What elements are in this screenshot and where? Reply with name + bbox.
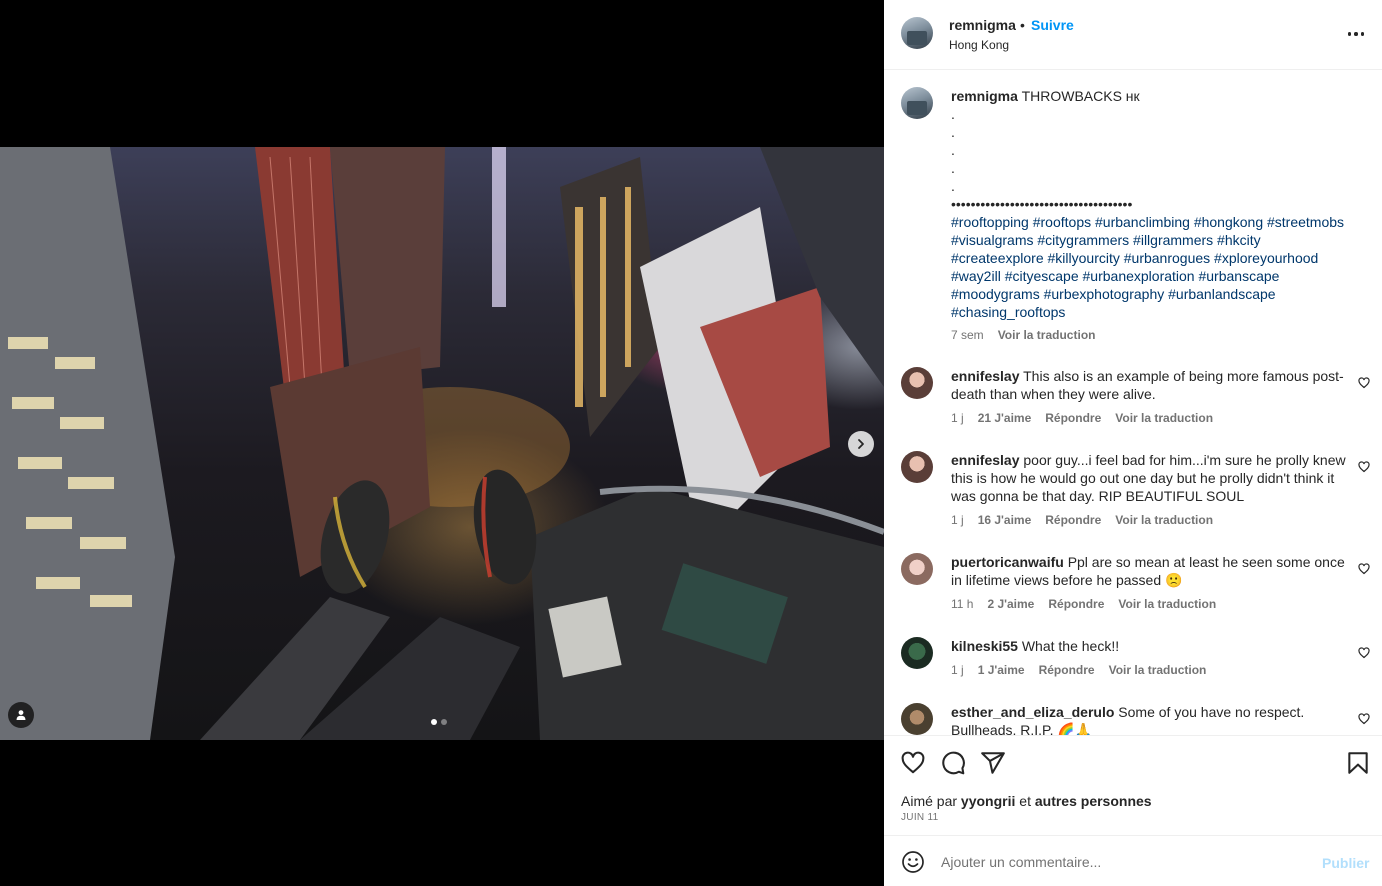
caption-translate-link[interactable]: Voir la traduction (998, 328, 1096, 342)
likes-others-link[interactable]: autres personnes (1035, 793, 1152, 809)
post-location[interactable]: Hong Kong (949, 38, 1009, 52)
comment-like-heart-icon[interactable] (1358, 647, 1370, 659)
translate-link[interactable]: Voir la traduction (1109, 663, 1207, 677)
likes-prefix: Aimé par (901, 793, 958, 809)
commenter-avatar[interactable] (901, 703, 933, 735)
more-options-icon[interactable] (1342, 25, 1370, 43)
comment-time[interactable]: 1 j (951, 513, 964, 527)
comment-meta: 11 h 2 J'aime Répondre Voir la traductio… (951, 597, 1216, 611)
header-separator: • (1020, 17, 1025, 33)
post-side-panel: remnigma • Suivre Hong Kong remnigma THR… (884, 0, 1382, 886)
caption-dot-line: . (951, 106, 955, 122)
post-media-area (0, 0, 884, 886)
next-slide-button[interactable] (848, 431, 874, 457)
comment-time[interactable]: 11 h (951, 597, 973, 611)
comment-username[interactable]: ennifeslay (951, 452, 1019, 468)
comment-like-heart-icon[interactable] (1358, 713, 1370, 725)
comment-username[interactable]: kilneski55 (951, 638, 1018, 654)
comments-section[interactable]: remnigma THROWBACKS нк . . . . . •••••••… (884, 70, 1382, 735)
comment-time[interactable]: 1 j (951, 663, 964, 677)
comment-like-heart-icon[interactable] (1358, 563, 1370, 575)
emoji-icon[interactable] (901, 850, 925, 874)
post-date[interactable]: JUIN 11 (901, 812, 938, 823)
reply-button[interactable]: Répondre (1045, 411, 1101, 425)
caption-dot-line: . (951, 124, 955, 140)
user-tag-icon (16, 710, 26, 720)
bookmark-icon[interactable] (1345, 750, 1371, 776)
comment-like-heart-icon[interactable] (1358, 377, 1370, 389)
commenter-avatar[interactable] (901, 367, 933, 399)
likes-summary: Aimé par yyongrii et autres personnes (901, 793, 1152, 809)
commenter-avatar[interactable] (901, 637, 933, 669)
comment-meta: 1 j 16 J'aime Répondre Voir la traductio… (951, 513, 1213, 527)
caption-meta: 7 sem Voir la traduction (951, 328, 1095, 342)
comment-body: puertoricanwaifu Ppl are so mean at leas… (951, 553, 1351, 589)
instagram-post-modal: remnigma • Suivre Hong Kong remnigma THR… (0, 0, 1382, 886)
reply-button[interactable]: Répondre (1039, 663, 1095, 677)
city-rooftop-illustration (0, 147, 884, 740)
caption-bullet-line: ••••••••••••••••••••••••••••••••••••• (951, 196, 1133, 212)
carousel-dot (441, 719, 447, 725)
comment-likes[interactable]: 1 J'aime (978, 663, 1025, 677)
heart-icon[interactable] (900, 750, 926, 776)
translate-link[interactable]: Voir la traduction (1118, 597, 1216, 611)
chevron-right-icon (858, 439, 864, 449)
comment-username[interactable]: ennifeslay (951, 368, 1019, 384)
comment-input[interactable] (941, 850, 1311, 874)
liker-username[interactable]: yyongrii (961, 793, 1015, 809)
reply-button[interactable]: Répondre (1045, 513, 1101, 527)
carousel-dot-active (431, 719, 437, 725)
comment-text: What the heck!! (1021, 638, 1120, 654)
caption-time[interactable]: 7 sem (951, 328, 984, 342)
comment-meta: 1 j 21 J'aime Répondre Voir la traductio… (951, 411, 1213, 425)
comment-username[interactable]: esther_and_eliza_derulo (951, 704, 1114, 720)
commenter-avatar[interactable] (901, 451, 933, 483)
comment-meta: 1 j 1 J'aime Répondre Voir la traduction (951, 663, 1206, 677)
comment-likes[interactable]: 2 J'aime (987, 597, 1034, 611)
caption-author-avatar[interactable] (901, 87, 933, 119)
author-avatar[interactable] (901, 17, 933, 49)
share-icon[interactable] (980, 750, 1006, 776)
comment-composer: Publier (884, 835, 1382, 886)
translate-link[interactable]: Voir la traduction (1115, 411, 1213, 425)
post-header: remnigma • Suivre Hong Kong (884, 0, 1382, 70)
comment-icon[interactable] (940, 750, 966, 776)
comment-body: esther_and_eliza_derulo Some of you have… (951, 703, 1351, 735)
author-username[interactable]: remnigma (949, 17, 1016, 33)
reply-button[interactable]: Répondre (1048, 597, 1104, 611)
comment-like-heart-icon[interactable] (1358, 461, 1370, 473)
caption-dot-line: . (951, 142, 955, 158)
translate-link[interactable]: Voir la traduction (1115, 513, 1213, 527)
comment-body: ennifeslay poor guy...i feel bad for him… (951, 451, 1351, 505)
comment-username[interactable]: puertoricanwaifu (951, 554, 1064, 570)
post-caption: remnigma THROWBACKS нк . . . . . •••••••… (951, 87, 1351, 321)
commenter-avatar[interactable] (901, 553, 933, 585)
comment-likes[interactable]: 21 J'aime (978, 411, 1032, 425)
post-actions: Aimé par yyongrii et autres personnes JU… (884, 735, 1382, 835)
carousel-indicator (431, 719, 447, 725)
comment-body: kilneski55 What the heck!! (951, 637, 1351, 655)
likes-conjunction: et (1019, 793, 1031, 809)
caption-dot-line: . (951, 160, 955, 176)
caption-hashtags[interactable]: #rooftopping #rooftops #urbanclimbing #h… (951, 214, 1344, 320)
caption-title: THROWBACKS нк (1021, 88, 1140, 104)
comment-body: ennifeslay This also is an example of be… (951, 367, 1351, 403)
follow-button[interactable]: Suivre (1031, 17, 1074, 33)
comment-time[interactable]: 1 j (951, 411, 964, 425)
publish-button[interactable]: Publier (1322, 855, 1369, 871)
comment-likes[interactable]: 16 J'aime (978, 513, 1032, 527)
caption-username[interactable]: remnigma (951, 88, 1018, 104)
caption-dot-line: . (951, 178, 955, 194)
tagged-users-button[interactable] (8, 702, 34, 728)
post-photo[interactable] (0, 147, 884, 740)
